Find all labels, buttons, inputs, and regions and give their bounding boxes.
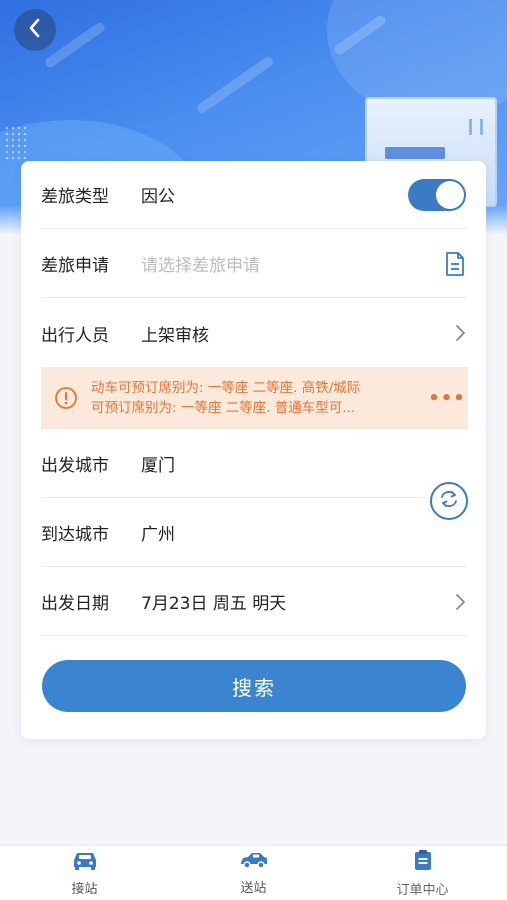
business-trip-toggle[interactable]	[408, 178, 466, 211]
seat-notice-banner[interactable]: 动车可预订席别为: 一等座 二等座. 高铁/城际 可预订席别为: 一等座 二等座…	[41, 367, 468, 429]
chevron-left-icon	[26, 17, 44, 43]
traveler-label: 出行人员	[41, 325, 109, 346]
tab-order-center-label: 订单中心	[396, 882, 449, 898]
swap-icon	[438, 489, 460, 513]
traveler-value: 上架审核	[141, 325, 209, 346]
tab-pickup[interactable]: 接站	[0, 846, 169, 900]
departure-date-row[interactable]: 出发日期 7月23日 周五 明天	[41, 568, 466, 636]
notice-text: 动车可预订席别为: 一等座 二等座. 高铁/城际 可预订席别为: 一等座 二等座…	[91, 378, 426, 418]
traveler-row[interactable]: 出行人员 上架审核	[41, 299, 466, 367]
notice-line-2: 可预订席别为: 一等座 二等座. 普通车型可...	[91, 400, 356, 416]
notice-line-1: 动车可预订席别为: 一等座 二等座. 高铁/城际	[91, 380, 361, 396]
tab-order-center[interactable]: 订单中心	[338, 846, 507, 900]
travel-type-value: 因公	[141, 187, 175, 207]
search-button[interactable]: 搜索	[42, 660, 466, 712]
departure-date-value: 7月23日 周五 明天	[141, 594, 287, 614]
arrival-city-row[interactable]: 到达城市 广州	[41, 499, 466, 567]
tab-pickup-label: 接站	[71, 881, 98, 897]
departure-date-label: 出发日期	[41, 594, 109, 614]
travel-request-label: 差旅申请	[41, 256, 109, 276]
travel-type-row: 差旅类型 因公	[41, 161, 466, 229]
tab-dropoff-label: 送站	[240, 880, 267, 896]
info-icon	[41, 386, 91, 410]
more-icon[interactable]: •••	[426, 388, 468, 409]
arrival-city-label: 到达城市	[41, 525, 109, 545]
document-icon[interactable]	[444, 251, 466, 277]
departure-city-label: 出发城市	[41, 456, 109, 476]
travel-search-form: 差旅类型 因公 差旅申请 请选择差旅申请 出行人员 上架审核 动车可预订席别为:…	[21, 161, 486, 739]
departure-city-row[interactable]: 出发城市 厦门	[41, 430, 426, 498]
travel-request-row[interactable]: 差旅申请 请选择差旅申请	[41, 230, 466, 298]
chevron-right-icon	[454, 323, 466, 343]
chevron-right-icon	[454, 592, 466, 612]
bottom-tab-bar: 接站 送站 订单中心	[0, 845, 507, 900]
car-front-icon	[72, 850, 98, 874]
back-button[interactable]	[14, 9, 56, 51]
arrival-city-value: 广州	[141, 525, 175, 545]
travel-request-placeholder: 请选择差旅申请	[141, 256, 260, 276]
tab-dropoff[interactable]: 送站	[169, 846, 338, 900]
swap-cities-button[interactable]	[430, 482, 468, 520]
travel-type-label: 差旅类型	[41, 187, 109, 207]
car-side-icon	[239, 851, 269, 873]
departure-city-value: 厦门	[141, 456, 175, 476]
clipboard-icon	[413, 849, 433, 875]
